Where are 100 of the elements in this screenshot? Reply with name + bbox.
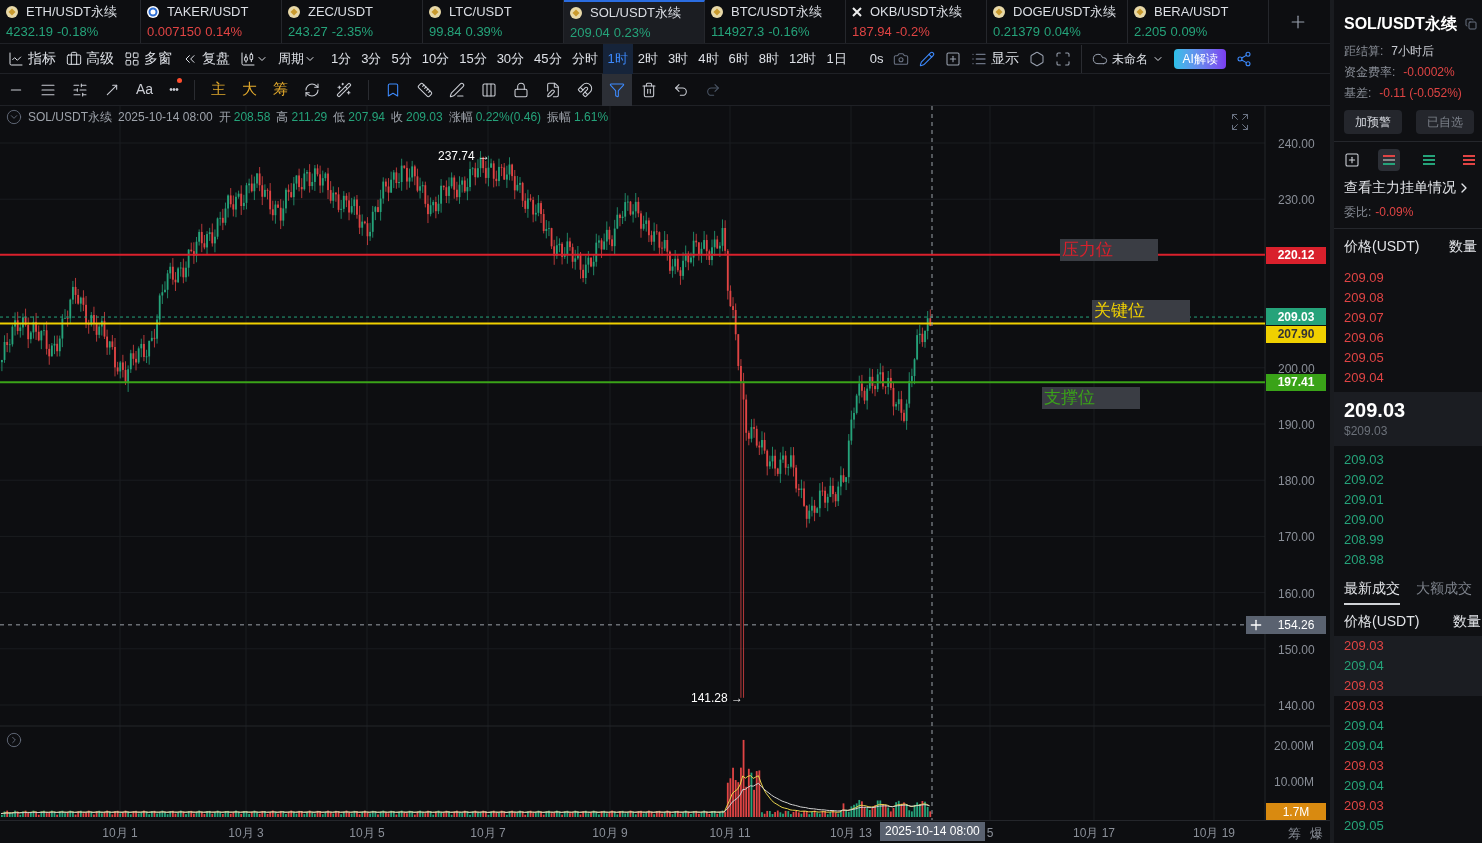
ask-price: 209.08 bbox=[1344, 289, 1385, 307]
timeframe-tab[interactable]: 12时 bbox=[784, 43, 822, 74]
timeframe-tab[interactable]: 30分 bbox=[491, 43, 530, 74]
toolbar-button[interactable]: 多窗 bbox=[124, 48, 172, 69]
panel-button[interactable]: 加预警 bbox=[1344, 110, 1402, 134]
axis-tool[interactable]: 筹 bbox=[1288, 824, 1301, 843]
ticker-tab[interactable]: BERA/USDT 2.205 0.09% bbox=[1128, 0, 1269, 43]
trades-tab[interactable]: 大额成交 bbox=[1416, 578, 1472, 605]
ticker-tab[interactable]: DOGE/USDT永续 0.21379 0.04% bbox=[987, 0, 1128, 43]
timeframe-tab[interactable]: 5分 bbox=[386, 43, 417, 74]
ticker-tab[interactable]: TAKER/USDT 0.007150 0.14% bbox=[141, 0, 282, 43]
info-value: 208.58 bbox=[233, 109, 271, 126]
stat-value: 7小时后 bbox=[1391, 43, 1435, 60]
mid-price-usd: $209.03 bbox=[1344, 423, 1389, 440]
settings-icon[interactable] bbox=[1029, 50, 1046, 67]
timeframe-tab[interactable]: 3分 bbox=[356, 43, 387, 74]
timeframe-tab[interactable]: 45分 bbox=[529, 43, 567, 74]
trade-price: 209.03 bbox=[1344, 797, 1385, 815]
price-axis-label: 240.00 bbox=[1278, 136, 1315, 153]
indicator-tool[interactable]: 筹 bbox=[273, 78, 289, 101]
timeframe-tab[interactable]: 15分 bbox=[454, 43, 492, 74]
timeframe-tab[interactable]: 8时 bbox=[753, 43, 784, 74]
ticker-price: 2.205 bbox=[1134, 22, 1167, 41]
collapse-icon[interactable] bbox=[6, 109, 22, 125]
columns-icon[interactable] bbox=[481, 81, 498, 98]
level-tag: 压力位 bbox=[1060, 238, 1158, 261]
coin-icon bbox=[1134, 5, 1146, 18]
period-dropdown[interactable]: 周期 bbox=[278, 48, 316, 69]
refresh-icon[interactable] bbox=[304, 81, 321, 98]
ticker-tab[interactable]: ZEC/USDT 243.27 -2.35% bbox=[282, 0, 423, 43]
ticker-change: 0.14% bbox=[205, 22, 243, 41]
book-view-toggle[interactable] bbox=[1378, 149, 1400, 171]
bid-price: 209.00 bbox=[1344, 511, 1385, 529]
indicator-tool[interactable]: 大 bbox=[242, 78, 258, 101]
lock-icon[interactable] bbox=[513, 81, 530, 98]
trade-price: 209.04 bbox=[1344, 717, 1385, 735]
ticker-change: 0.39% bbox=[465, 22, 503, 41]
price-axis-label: 150.00 bbox=[1278, 641, 1315, 659]
text-tool[interactable]: Aa bbox=[136, 79, 154, 100]
timeframe-tab[interactable]: 3时 bbox=[663, 43, 694, 74]
chart-icon bbox=[8, 50, 24, 67]
filter-button[interactable] bbox=[602, 73, 633, 106]
timeframe-tab[interactable]: 4时 bbox=[693, 43, 724, 74]
chart-type-button[interactable] bbox=[240, 50, 268, 67]
depth-link[interactable]: 查看主力挂单情况 bbox=[1344, 177, 1482, 198]
timeframe-tab[interactable]: 1分 bbox=[326, 43, 357, 74]
magnet-icon[interactable] bbox=[577, 81, 594, 98]
ticker-tab[interactable]: ETH/USDT永续 4232.19 -0.18% bbox=[0, 0, 141, 43]
indicator-tool[interactable]: 主 bbox=[211, 78, 227, 101]
filter-icon bbox=[609, 81, 626, 98]
trash-icon[interactable] bbox=[641, 81, 658, 98]
countdown: 0s bbox=[869, 49, 884, 68]
stat-label: 资金费率: bbox=[1344, 64, 1396, 81]
timeframe-tab[interactable]: 10分 bbox=[416, 43, 455, 74]
crosshair-time-label: 2025-10-14 08:00 bbox=[880, 822, 985, 841]
display-button[interactable]: 显示 bbox=[971, 48, 1020, 69]
timeframe-tab[interactable]: 1时 bbox=[602, 43, 633, 74]
timeframe-tab[interactable]: 分时 bbox=[566, 43, 603, 74]
layout-dropdown[interactable]: 未命名 bbox=[1092, 49, 1165, 68]
level-line[interactable] bbox=[0, 381, 1266, 384]
expand-indicators-icon[interactable] bbox=[6, 732, 22, 748]
info-value: 211.29 bbox=[291, 109, 328, 126]
timeframe-tab[interactable]: 6时 bbox=[723, 43, 754, 74]
trades-tab[interactable]: 最新成交 bbox=[1344, 578, 1400, 605]
toolbar-button[interactable]: 复盘 bbox=[182, 48, 230, 69]
undo-icon[interactable] bbox=[673, 81, 690, 98]
add-frame-icon[interactable] bbox=[945, 50, 962, 67]
timeframe-tab[interactable]: 1日 bbox=[821, 43, 852, 74]
ticker-symbol: LTC/USDT bbox=[449, 3, 512, 21]
add-panel-icon[interactable] bbox=[1344, 152, 1360, 168]
channel-tool-icon[interactable] bbox=[72, 81, 88, 98]
axis-tool[interactable]: 爆 bbox=[1310, 824, 1323, 843]
coin-icon bbox=[288, 5, 300, 18]
ratio-value: -0.09% bbox=[1375, 204, 1414, 221]
copy-icon[interactable] bbox=[1464, 18, 1477, 30]
pen-icon[interactable] bbox=[449, 81, 466, 98]
camera-icon[interactable] bbox=[893, 50, 910, 67]
expand-icon[interactable] bbox=[1230, 112, 1250, 132]
ruler-icon[interactable] bbox=[417, 81, 434, 98]
timeframe-tab[interactable]: 2时 bbox=[632, 43, 664, 74]
fullscreen-icon[interactable] bbox=[1055, 50, 1072, 67]
ticker-symbol: ETH/USDT永续 bbox=[26, 3, 117, 21]
ticker-symbol: DOGE/USDT永续 bbox=[1013, 3, 1117, 21]
ticker-tab[interactable]: BTC/USDT永续 114927.3 -0.16% bbox=[705, 0, 846, 43]
share-icon[interactable] bbox=[1235, 50, 1252, 67]
toolbar-button[interactable]: 指标 bbox=[8, 48, 56, 69]
coin-icon bbox=[429, 5, 441, 18]
time-axis-label: 10月 7 bbox=[470, 825, 506, 842]
mid-price: 209.03 bbox=[1344, 398, 1407, 422]
pencil-icon[interactable] bbox=[919, 50, 936, 67]
panel-button[interactable]: 已自选 bbox=[1416, 110, 1474, 134]
add-alert-button[interactable] bbox=[1246, 615, 1266, 634]
price-axis-label: 180.00 bbox=[1278, 473, 1315, 491]
ask-price: 209.07 bbox=[1344, 309, 1385, 327]
toolbar-button[interactable]: 高级 bbox=[66, 48, 114, 69]
note-icon[interactable] bbox=[545, 81, 562, 98]
wand-icon[interactable] bbox=[336, 81, 353, 98]
ticker-tab[interactable]: OKB/USDT永续 187.94 -0.2% bbox=[846, 0, 987, 43]
ticker-tab[interactable]: SOL/USDT永续 209.04 0.23% bbox=[564, 0, 705, 43]
trade-price: 209.03 bbox=[1334, 676, 1482, 696]
